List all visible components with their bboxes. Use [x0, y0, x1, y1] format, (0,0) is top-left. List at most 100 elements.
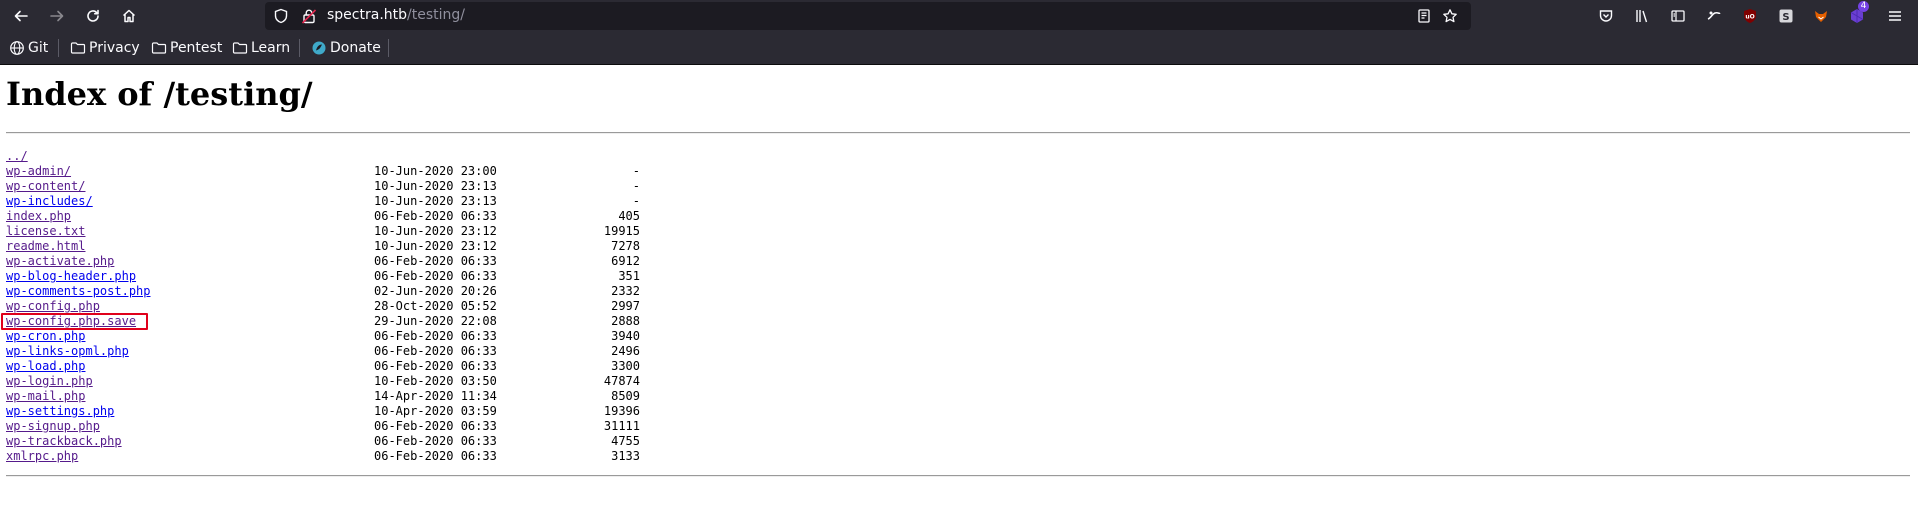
browser-toolbar: spectra.htb/testing/ uO S 4 — [0, 0, 1918, 31]
modified-date: 14-Apr-2020 11:34 — [374, 389, 497, 403]
file-size: 2997 — [611, 299, 640, 313]
modified-date: 06-Feb-2020 06:33 — [374, 254, 497, 268]
file-link[interactable]: wp-settings.php — [6, 404, 114, 419]
table-row: wp-cron.php 06-Feb-2020 06:33 3940 — [6, 329, 640, 344]
modified-date: 10-Feb-2020 03:50 — [374, 374, 497, 388]
url-path: /testing/ — [407, 7, 465, 23]
file-link[interactable]: wp-mail.php — [6, 389, 85, 404]
bottom-divider — [6, 475, 1910, 477]
modified-date: 06-Feb-2020 06:33 — [374, 419, 497, 433]
page-title: Index of /testing/ — [6, 75, 313, 113]
back-button[interactable] — [8, 3, 34, 29]
bookmark-separator — [299, 39, 300, 57]
home-icon — [122, 9, 136, 23]
s-extension-icon[interactable]: S — [1777, 7, 1795, 25]
file-link[interactable]: wp-comments-post.php — [6, 284, 151, 299]
file-link[interactable]: wp-trackback.php — [6, 434, 122, 449]
bookmark-donate[interactable]: Donate — [311, 39, 381, 57]
file-size: 6912 — [611, 254, 640, 268]
page-content: Index of /testing/ ../ wp-admin/10-Jun-2… — [0, 65, 1918, 520]
forward-button[interactable] — [44, 3, 70, 29]
pocket-icon[interactable] — [1597, 7, 1615, 25]
modified-date: 10-Jun-2020 23:12 — [374, 239, 497, 253]
file-link[interactable]: wp-admin/ — [6, 164, 71, 179]
file-link[interactable]: wp-login.php — [6, 374, 93, 389]
file-link[interactable]: wp-signup.php — [6, 419, 100, 434]
file-size: 2496 — [611, 344, 640, 358]
table-row: wp-links-opml.php 06-Feb-2020 06:33 2496 — [6, 344, 640, 359]
list-item: ../ — [6, 149, 49, 164]
arrow-left-icon — [14, 10, 28, 22]
file-link[interactable]: xmlrpc.php — [6, 449, 78, 464]
table-row: index.php 06-Feb-2020 06:33 405 — [6, 209, 640, 224]
file-link[interactable]: license.txt — [6, 224, 85, 239]
table-row: license.txt 10-Jun-2020 23:12 19915 — [6, 224, 640, 239]
table-row: wp-login.php 10-Feb-2020 03:50 47874 — [6, 374, 640, 389]
bookmark-folder-privacy[interactable]: Privacy — [70, 39, 140, 57]
bookmark-separator — [388, 39, 389, 57]
bookmark-separator — [58, 39, 59, 57]
file-size: 3133 — [611, 449, 640, 463]
bookmark-label: Donate — [330, 40, 381, 56]
table-row: readme.html 10-Jun-2020 23:12 7278 — [6, 239, 640, 254]
foxyproxy-icon[interactable] — [1812, 7, 1830, 25]
svg-text:S: S — [1782, 12, 1789, 23]
table-row: wp-settings.php 10-Apr-2020 03:59 19396 — [6, 404, 640, 419]
hamburger-menu-icon[interactable] — [1886, 7, 1904, 25]
file-size: - — [632, 164, 640, 178]
file-size: 8509 — [611, 389, 640, 403]
file-link[interactable]: wp-config.php — [6, 299, 100, 314]
modified-date: 02-Jun-2020 20:26 — [374, 284, 497, 298]
bookmark-star-icon[interactable] — [1442, 8, 1458, 24]
file-link[interactable]: wp-links-opml.php — [6, 344, 129, 359]
url-host: spectra.htb — [327, 7, 408, 23]
modified-date: 06-Feb-2020 06:33 — [374, 209, 497, 223]
parent-directory-link[interactable]: ../ — [6, 149, 28, 164]
extension-badge: 4 — [1858, 1, 1869, 12]
file-link[interactable]: wp-cron.php — [6, 329, 85, 344]
table-row: xmlrpc.php 06-Feb-2020 06:33 3133 — [6, 449, 640, 464]
file-size: 7278 — [611, 239, 640, 253]
bookmark-folder-learn[interactable]: Learn — [232, 39, 290, 57]
lock-insecure-icon[interactable] — [301, 8, 317, 24]
bookmark-label: Pentest — [170, 40, 223, 56]
url-text[interactable]: spectra.htb/testing/ — [327, 7, 465, 23]
file-link[interactable]: wp-activate.php — [6, 254, 114, 269]
home-button[interactable] — [116, 3, 142, 29]
file-link[interactable]: readme.html — [6, 239, 85, 254]
directory-listing: ../ wp-admin/10-Jun-2020 23:00- wp-conten… — [6, 149, 640, 464]
table-row: wp-load.php 06-Feb-2020 06:33 3300 — [6, 359, 640, 374]
bookmark-label: Git — [28, 40, 49, 56]
table-row: wp-content/10-Jun-2020 23:13 - — [6, 179, 640, 194]
file-link[interactable]: wp-blog-header.php — [6, 269, 136, 284]
folder-icon — [232, 42, 248, 54]
reader-view-icon[interactable] — [1416, 8, 1432, 24]
library-icon[interactable] — [1633, 7, 1651, 25]
bookmark-git[interactable]: Git — [9, 39, 48, 57]
file-size: 2888 — [611, 314, 640, 328]
url-bar[interactable]: spectra.htb/testing/ — [265, 2, 1471, 30]
modified-date: 10-Jun-2020 23:00 — [374, 164, 497, 178]
file-link[interactable]: wp-includes/ — [6, 194, 93, 209]
file-size: - — [632, 179, 640, 193]
file-link[interactable]: wp-load.php — [6, 359, 85, 374]
bookmark-label: Learn — [251, 40, 291, 56]
file-link[interactable]: index.php — [6, 209, 71, 224]
tracking-protection-icon[interactable] — [273, 8, 289, 24]
file-size: - — [632, 194, 640, 208]
modified-date: 10-Jun-2020 23:13 — [374, 179, 497, 193]
modified-date: 06-Feb-2020 06:33 — [374, 434, 497, 448]
file-size: 4755 — [611, 434, 640, 448]
bookmarks-toolbar: Git Privacy Pentest Learn Donate — [0, 31, 1918, 65]
file-link[interactable]: wp-content/ — [6, 179, 85, 194]
table-row: wp-blog-header.php 06-Feb-2020 06:33 351 — [6, 269, 640, 284]
bookmark-label: Privacy — [89, 40, 140, 56]
table-row: wp-includes/10-Jun-2020 23:13 - — [6, 194, 640, 209]
reload-button[interactable] — [80, 3, 106, 29]
sidebar-icon[interactable] — [1669, 7, 1687, 25]
folder-icon — [70, 42, 86, 54]
table-row: wp-activate.php 06-Feb-2020 06:33 6912 — [6, 254, 640, 269]
ublock-origin-icon[interactable]: uO — [1741, 7, 1759, 25]
screenshot-extension-icon[interactable] — [1705, 7, 1723, 25]
bookmark-folder-pentest[interactable]: Pentest — [151, 39, 222, 57]
